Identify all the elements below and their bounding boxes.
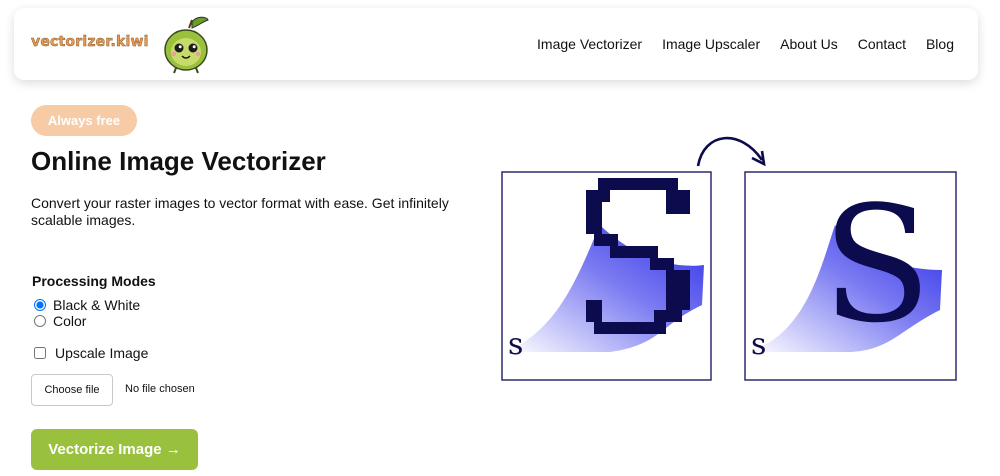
mode-color-radio[interactable] xyxy=(34,315,46,327)
logo-text[interactable]: vectorizer.kiwi xyxy=(31,34,149,51)
mode-black-white-option[interactable]: Black & White xyxy=(33,297,140,313)
upscale-checkbox[interactable] xyxy=(34,347,46,359)
upscale-option[interactable]: Upscale Image xyxy=(33,345,148,361)
page-description: Convert your raster images to vector for… xyxy=(31,195,449,228)
smooth-s-icon: S s xyxy=(744,171,957,381)
mode-color-option[interactable]: Color xyxy=(33,313,86,329)
raster-to-vector-illustration: s S s xyxy=(501,136,957,381)
vector-small-letter: s xyxy=(751,327,766,362)
vectorize-image-button[interactable]: Vectorize Image → xyxy=(31,429,198,470)
mode-color-label: Color xyxy=(53,313,87,329)
nav-link-contact[interactable]: Contact xyxy=(858,36,906,52)
nav-link-image-upscaler[interactable]: Image Upscaler xyxy=(662,36,760,52)
nav-link-about-us[interactable]: About Us xyxy=(780,36,838,52)
choose-file-button[interactable]: Choose file xyxy=(31,374,113,406)
nav-link-blog[interactable]: Blog xyxy=(926,36,954,52)
file-status-text: No file chosen xyxy=(125,383,195,395)
curved-arrow-icon xyxy=(696,136,766,167)
nav-menu: Image Vectorizer Image Upscaler About Us… xyxy=(537,36,954,52)
kiwi-mascot-icon[interactable] xyxy=(162,16,212,74)
vector-big-letter: S xyxy=(822,171,932,358)
nav-link-image-vectorizer[interactable]: Image Vectorizer xyxy=(537,36,642,52)
upscale-label: Upscale Image xyxy=(55,345,149,361)
always-free-badge: Always free xyxy=(31,105,137,136)
top-navbar: vectorizer.kiwi Image Vectorizer Image U… xyxy=(14,8,978,80)
page-title: Online Image Vectorizer xyxy=(31,146,326,176)
raster-small-letter: s xyxy=(508,327,523,362)
pixelated-s-icon: s xyxy=(501,171,712,381)
mode-black-white-label: Black & White xyxy=(53,297,141,313)
mode-black-white-radio[interactable] xyxy=(34,299,46,311)
processing-modes-title: Processing Modes xyxy=(32,273,156,289)
